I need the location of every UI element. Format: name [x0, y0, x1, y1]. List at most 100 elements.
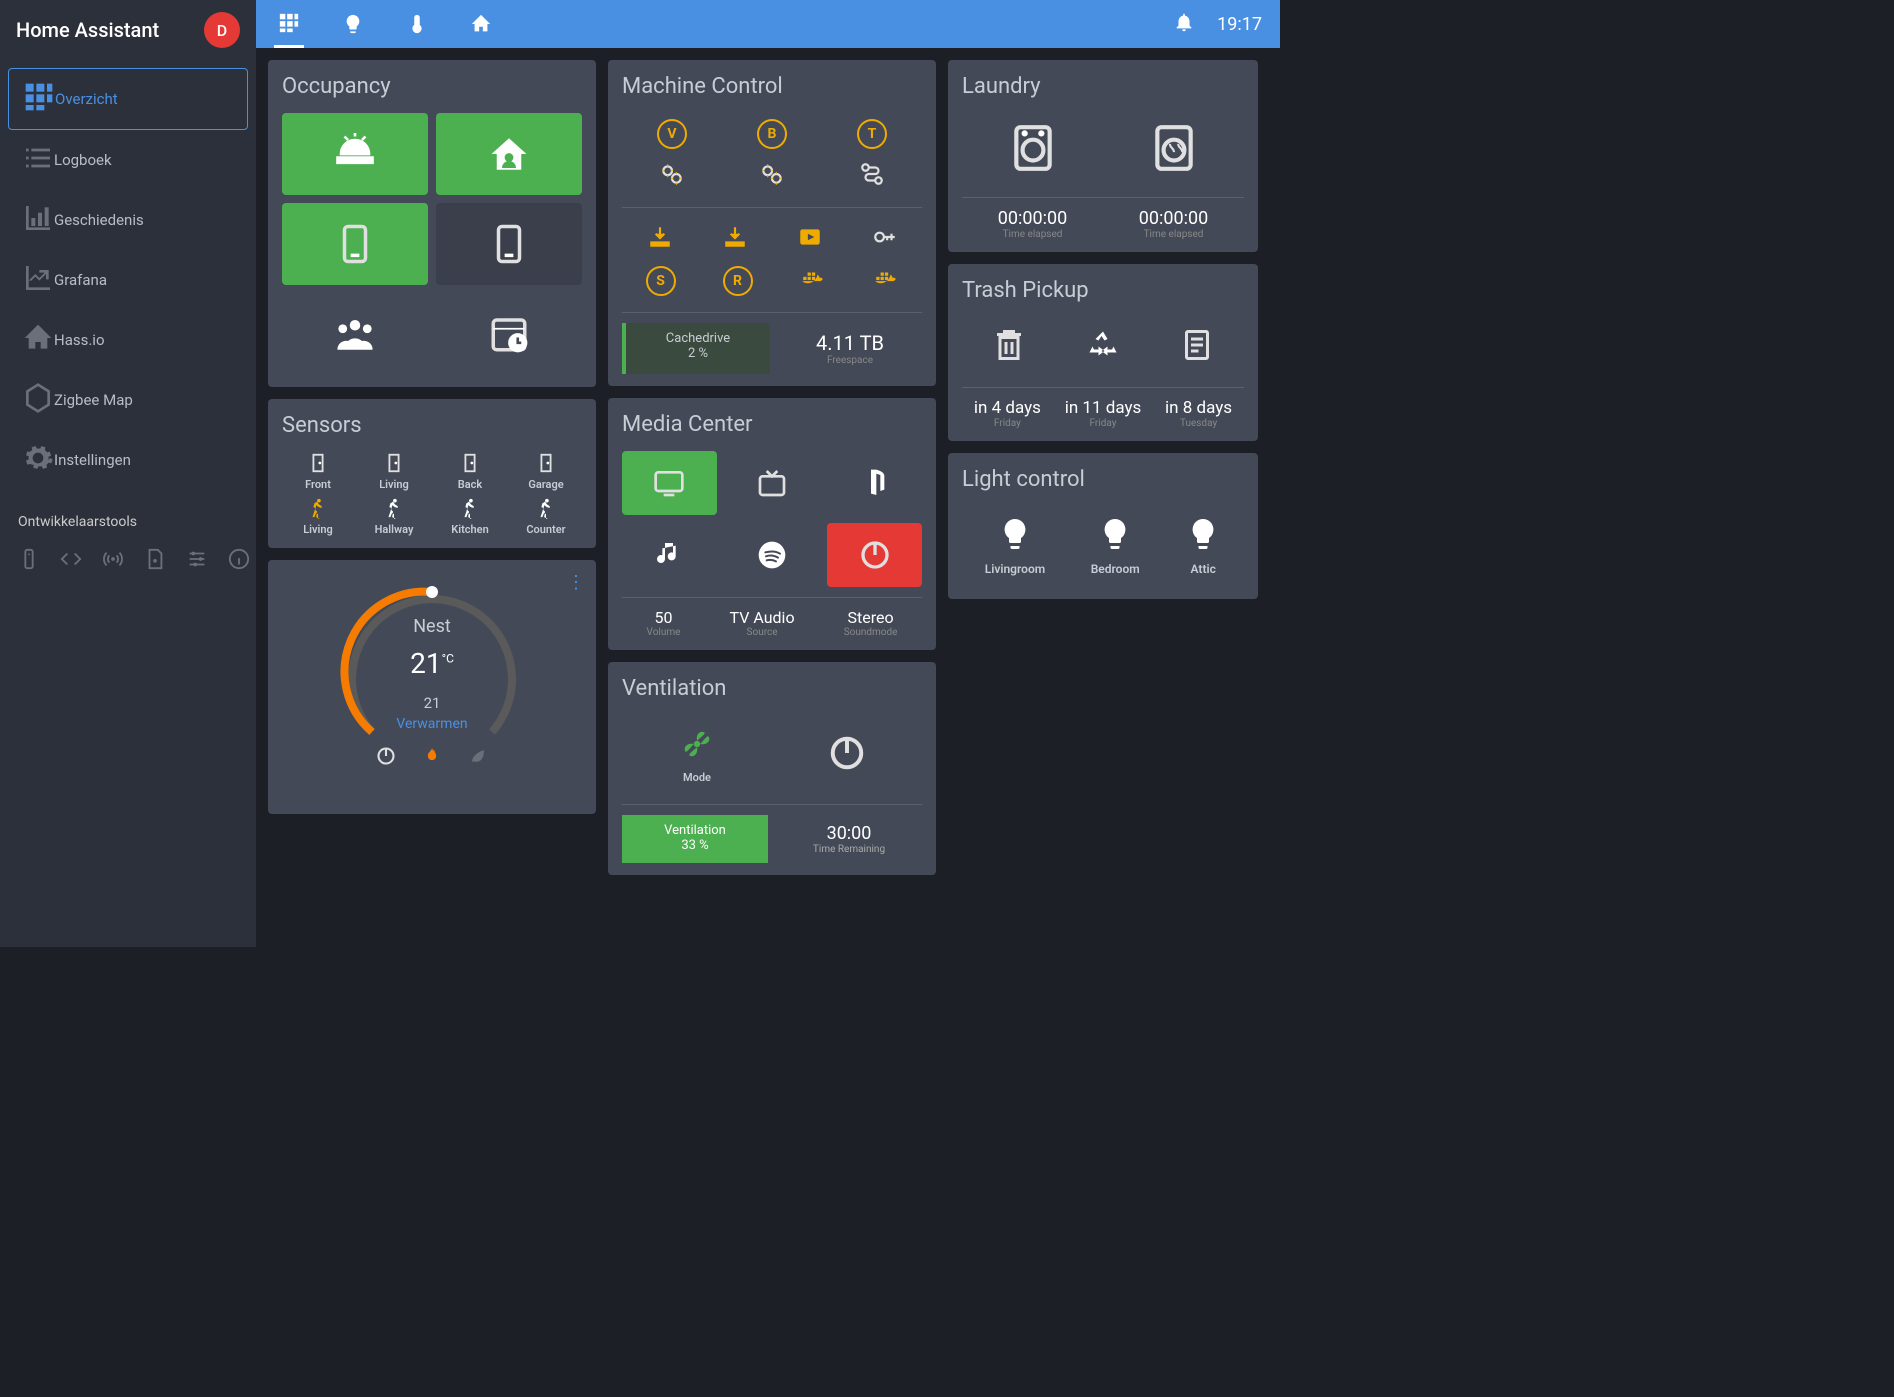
- occupancy-phone-1[interactable]: [282, 203, 428, 285]
- tab-dashboard[interactable]: [274, 0, 304, 48]
- card-sensors: Sensors Front Living Back Garage Living …: [268, 399, 596, 548]
- freespace-stat[interactable]: 4.11 TB Freespace: [778, 323, 922, 374]
- trash-icon[interactable]: [991, 327, 1027, 367]
- machine-t[interactable]: T: [857, 119, 887, 149]
- thermostat-temp: 21°C: [284, 647, 580, 680]
- clock: 19:17: [1217, 14, 1262, 35]
- sidebar-item-hassio[interactable]: Hass.io: [8, 310, 248, 370]
- sidebar-item-geschiedenis[interactable]: Geschiedenis: [8, 190, 248, 250]
- sidebar-item-overzicht[interactable]: Overzicht: [8, 68, 248, 130]
- trash-3-time: in 8 daysTuesday: [1165, 398, 1232, 429]
- card-title: Media Center: [622, 412, 922, 437]
- avatar[interactable]: D: [204, 12, 240, 48]
- occupancy-people[interactable]: [282, 293, 428, 375]
- ha-icon: [22, 322, 54, 358]
- gears-icon-2[interactable]: [759, 161, 785, 191]
- light-attic[interactable]: Attic: [1185, 516, 1221, 577]
- media-volume[interactable]: 50Volume: [647, 608, 681, 638]
- card-title: Trash Pickup: [962, 278, 1244, 303]
- grid-icon: [23, 81, 55, 117]
- machine-b[interactable]: B: [757, 119, 787, 149]
- ventilation-mode[interactable]: Mode: [678, 725, 716, 784]
- bell-icon[interactable]: [1173, 11, 1195, 38]
- download-icon-2[interactable]: [722, 224, 748, 254]
- main: 19:17 Occupancy Sensors Front: [256, 0, 1280, 947]
- sidebar-item-zigbee[interactable]: Zigbee Map: [8, 370, 248, 430]
- card-trash: Trash Pickup in 4 daysFriday in 11 daysF…: [948, 264, 1258, 441]
- media-ps[interactable]: [827, 451, 922, 515]
- sensor-door-living[interactable]: Living: [358, 452, 430, 491]
- sidebar-item-logboek[interactable]: Logboek: [8, 130, 248, 190]
- ventilation-time[interactable]: 30:00 Time Remaining: [776, 815, 922, 863]
- occupancy-calendar[interactable]: [436, 293, 582, 375]
- washer-icon[interactable]: [1008, 123, 1058, 177]
- gears-icon-1[interactable]: [659, 161, 685, 191]
- paper-icon[interactable]: [1179, 327, 1215, 367]
- occupancy-alarm[interactable]: [282, 113, 428, 195]
- card-occupancy: Occupancy: [268, 60, 596, 387]
- sidebar: Home Assistant D Overzicht Logboek Gesch…: [0, 0, 256, 947]
- tab-home[interactable]: [466, 0, 496, 48]
- bar-icon: [22, 202, 54, 238]
- occupancy-phone-2[interactable]: [436, 203, 582, 285]
- play-icon[interactable]: [797, 224, 823, 254]
- card-ventilation: Ventilation Mode Ventilation 33 % 30:: [608, 662, 936, 875]
- recycle-icon[interactable]: [1085, 327, 1121, 367]
- card-media: Media Center 50Volume TV AudioSource Ste…: [608, 398, 936, 650]
- ventilation-power[interactable]: [828, 734, 866, 776]
- machine-s[interactable]: S: [646, 266, 676, 296]
- download-icon-1[interactable]: [647, 224, 673, 254]
- gear-icon: [22, 442, 54, 478]
- dev-remote-icon[interactable]: [18, 548, 40, 574]
- card-title: Occupancy: [282, 74, 582, 99]
- card-light: Light control Livingroom Bedroom Attic: [948, 453, 1258, 599]
- light-livingroom[interactable]: Livingroom: [985, 516, 1045, 577]
- ventilation-pct[interactable]: Ventilation 33 %: [622, 815, 768, 863]
- media-source[interactable]: TV AudioSource: [730, 608, 795, 638]
- card-title: Light control: [962, 467, 1244, 492]
- media-tvold[interactable]: [725, 451, 820, 515]
- media-power[interactable]: [827, 523, 922, 587]
- chart-icon: [22, 262, 54, 298]
- sensor-motion-kitchen[interactable]: Kitchen: [434, 497, 506, 536]
- machine-v[interactable]: V: [657, 119, 687, 149]
- sensor-door-garage[interactable]: Garage: [510, 452, 582, 491]
- media-soundmode[interactable]: StereoSoundmode: [844, 608, 898, 638]
- power-icon[interactable]: [376, 746, 396, 766]
- sensor-motion-counter[interactable]: Counter: [510, 497, 582, 536]
- docker-icon-2[interactable]: [873, 266, 899, 296]
- tab-climate[interactable]: [402, 0, 432, 48]
- dev-file-icon[interactable]: [144, 548, 166, 574]
- more-icon[interactable]: ⋮: [567, 572, 584, 593]
- machine-r[interactable]: R: [723, 266, 753, 296]
- fire-icon[interactable]: [422, 746, 442, 766]
- card-thermostat[interactable]: ⋮ Nest 21°C 21 Verwarmen: [268, 560, 596, 814]
- media-music[interactable]: [622, 523, 717, 587]
- docker-icon-1[interactable]: [800, 266, 826, 296]
- key-icon[interactable]: [872, 224, 898, 254]
- dev-sliders-icon[interactable]: [186, 548, 208, 574]
- list-icon: [22, 142, 54, 178]
- thermostat-mode: Verwarmen: [284, 716, 580, 732]
- sensor-door-front[interactable]: Front: [282, 452, 354, 491]
- sensor-motion-hallway[interactable]: Hallway: [358, 497, 430, 536]
- sensor-motion-living[interactable]: Living: [282, 497, 354, 536]
- light-bedroom[interactable]: Bedroom: [1091, 516, 1140, 577]
- cachedrive-stat[interactable]: Cachedrive 2 %: [622, 323, 770, 374]
- dev-broadcast-icon[interactable]: [102, 548, 124, 574]
- dryer-icon[interactable]: [1149, 123, 1199, 177]
- hex-icon: [22, 382, 54, 418]
- sidebar-item-grafana[interactable]: Grafana: [8, 250, 248, 310]
- dev-tools-heading: Ontwikkelaarstools: [0, 498, 256, 540]
- leaf-icon[interactable]: [468, 746, 488, 766]
- sidebar-item-instellingen[interactable]: Instellingen: [8, 430, 248, 490]
- media-spotify[interactable]: [725, 523, 820, 587]
- card-title: Ventilation: [622, 676, 922, 701]
- occupancy-home[interactable]: [436, 113, 582, 195]
- media-tv[interactable]: [622, 451, 717, 515]
- route-icon[interactable]: [859, 161, 885, 191]
- dev-info-icon[interactable]: [228, 548, 250, 574]
- sensor-door-back[interactable]: Back: [434, 452, 506, 491]
- tab-lights[interactable]: [338, 0, 368, 48]
- dev-code-icon[interactable]: [60, 548, 82, 574]
